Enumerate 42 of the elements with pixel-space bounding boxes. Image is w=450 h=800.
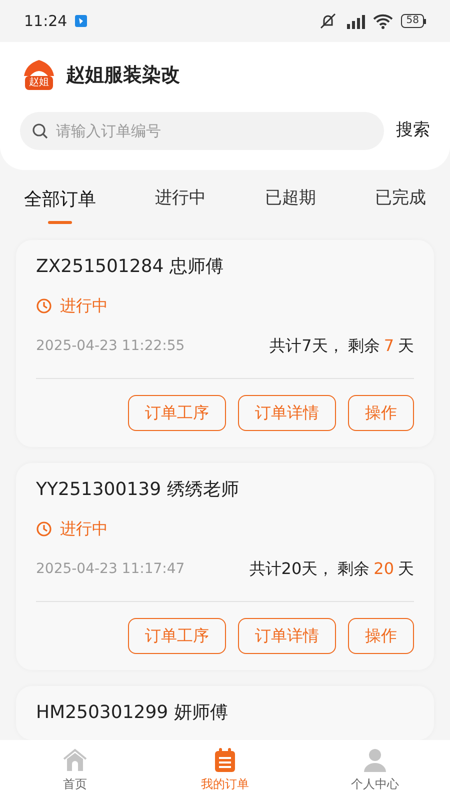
order-tab[interactable]: 进行中: [155, 186, 206, 224]
order-action-button[interactable]: 订单工序: [128, 395, 226, 431]
remaining-days: 20: [374, 557, 394, 581]
battery-icon: 58: [401, 14, 426, 28]
remaining-label: 剩余: [338, 558, 370, 580]
signal-icon: [345, 13, 366, 29]
order-action-button[interactable]: 订单工序: [128, 618, 226, 654]
order-title: YY251300139 绣绣老师: [36, 479, 240, 501]
search-field[interactable]: 请输入订单编号: [56, 120, 372, 142]
mute-icon: [319, 13, 338, 29]
order-status: 进行中: [60, 518, 108, 540]
search-bar[interactable]: 请输入订单编号: [20, 112, 384, 150]
order-time: 2025-04-23 11:17:47: [36, 560, 185, 578]
order-tab[interactable]: 已超期: [265, 186, 316, 224]
total-days: 共计20天，: [249, 557, 334, 581]
search-icon: [32, 123, 48, 139]
total-days: 共计7天，: [270, 334, 344, 358]
wifi-icon: [373, 13, 394, 29]
order-status: 进行中: [60, 295, 108, 317]
app-title: 赵姐服装染改: [66, 62, 180, 88]
order-title: ZX251501284 忠师傅: [36, 256, 224, 278]
nav-tab[interactable]: 个人中心: [300, 740, 450, 800]
day-unit: 天: [398, 335, 414, 357]
order-time: 2025-04-23 11:22:55: [36, 336, 185, 356]
nav-tab[interactable]: 首页: [0, 740, 150, 800]
day-unit: 天: [398, 558, 414, 580]
order-action-button[interactable]: 操作: [348, 395, 414, 431]
order-tab[interactable]: 已完成: [375, 186, 426, 224]
order-action-button[interactable]: 订单详情: [238, 618, 336, 654]
clock-icon: [36, 298, 52, 314]
search-button[interactable]: 搜索: [396, 118, 430, 144]
app-notification-icon: [75, 15, 88, 27]
logo: 赵姐: [20, 58, 58, 92]
status-time: 11:24: [24, 10, 68, 32]
order-tab[interactable]: 全部订单: [24, 186, 96, 224]
order-action-button[interactable]: 操作: [348, 618, 414, 654]
clock-icon: [36, 521, 52, 537]
remaining-days: 7: [384, 334, 394, 358]
order-action-button[interactable]: 订单详情: [238, 395, 336, 431]
nav-tab[interactable]: 我的订单: [150, 740, 300, 800]
remaining-label: 剩余: [348, 335, 380, 357]
order-title: HM250301299 妍师傅: [36, 702, 229, 724]
